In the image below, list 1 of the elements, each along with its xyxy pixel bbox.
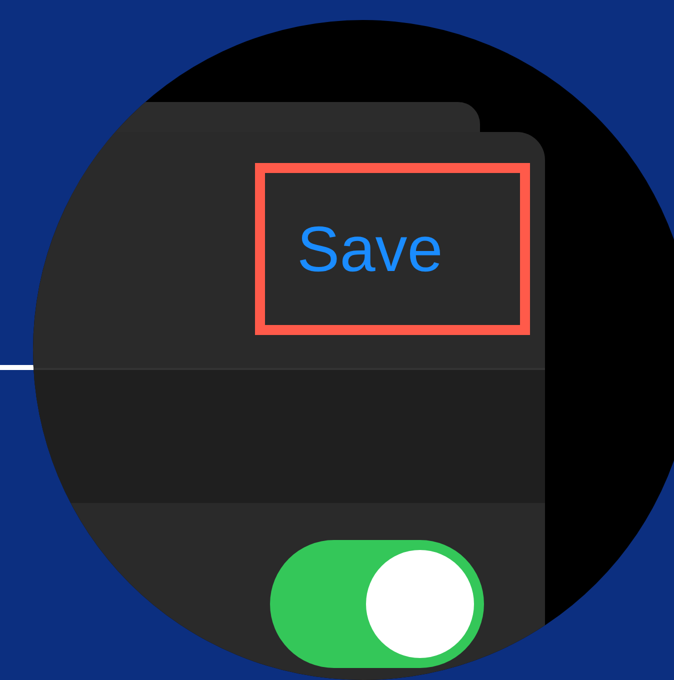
save-button[interactable]: Save [255,163,530,335]
